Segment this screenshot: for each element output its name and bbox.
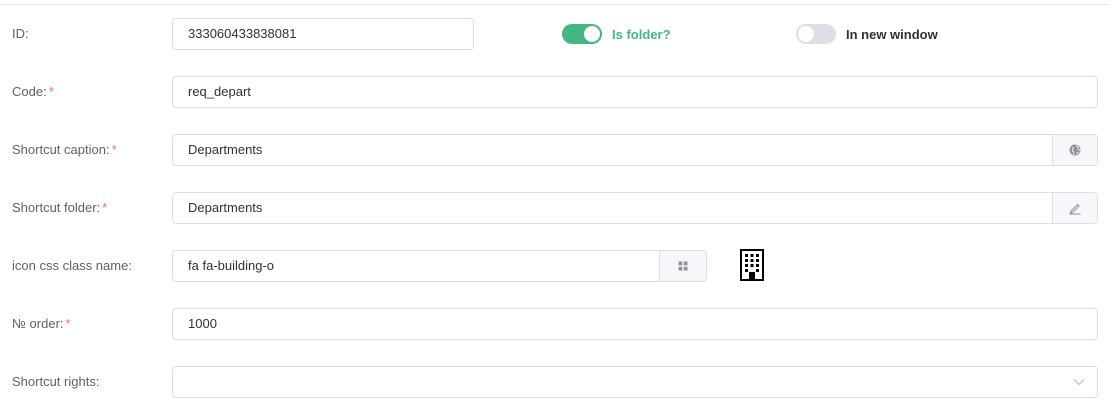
edit-icon <box>1069 203 1081 215</box>
code-input[interactable]: req_depart <box>172 76 1098 108</box>
building-icon <box>740 249 764 281</box>
icon-css-input[interactable]: fa fa-building-o <box>173 251 659 281</box>
shortcut-rights-select[interactable] <box>172 366 1098 398</box>
required-mark: * <box>48 84 54 99</box>
required-mark: * <box>65 316 71 331</box>
shortcut-caption-group: Departments <box>172 134 1098 166</box>
icon-css-label: icon css class name: <box>12 258 132 273</box>
shortcut-caption-input[interactable]: Departments <box>173 135 1052 165</box>
chevron-down-icon[interactable] <box>1073 378 1085 386</box>
in-new-window-switch[interactable] <box>796 24 836 44</box>
id-label: ID: <box>12 26 29 41</box>
shortcut-folder-input[interactable]: Departments <box>173 193 1052 223</box>
switch-knob <box>798 26 814 42</box>
required-mark: * <box>102 200 108 215</box>
shortcut-folder-group: Departments <box>172 192 1098 224</box>
shortcut-folder-label: Shortcut folder: * <box>12 200 107 215</box>
switch-knob <box>584 26 600 42</box>
globe-icon <box>1069 144 1081 156</box>
top-divider <box>0 4 1109 5</box>
order-label: № order: * <box>12 316 71 331</box>
order-label-text: № order: <box>12 316 64 331</box>
shortcut-caption-label-text: Shortcut caption: <box>12 142 110 157</box>
grid-icon <box>678 261 688 271</box>
icon-css-group: fa fa-building-o <box>172 250 707 282</box>
is-folder-switch[interactable] <box>562 24 602 44</box>
select-folder-button[interactable] <box>1052 193 1097 223</box>
required-mark: * <box>111 142 117 157</box>
in-new-window-label[interactable]: In new window <box>846 27 938 42</box>
translate-button[interactable] <box>1052 135 1097 165</box>
code-label-text: Code: <box>12 84 47 99</box>
order-input[interactable]: 1000 <box>172 308 1098 340</box>
id-input[interactable]: 333060433838081 <box>172 18 474 50</box>
shortcut-caption-label: Shortcut caption: * <box>12 142 117 157</box>
shortcut-rights-label: Shortcut rights: <box>12 374 100 389</box>
is-folder-label[interactable]: Is folder? <box>612 27 671 42</box>
code-label: Code: * <box>12 84 54 99</box>
icon-picker-button[interactable] <box>659 251 706 281</box>
shortcut-folder-label-text: Shortcut folder: <box>12 200 101 215</box>
